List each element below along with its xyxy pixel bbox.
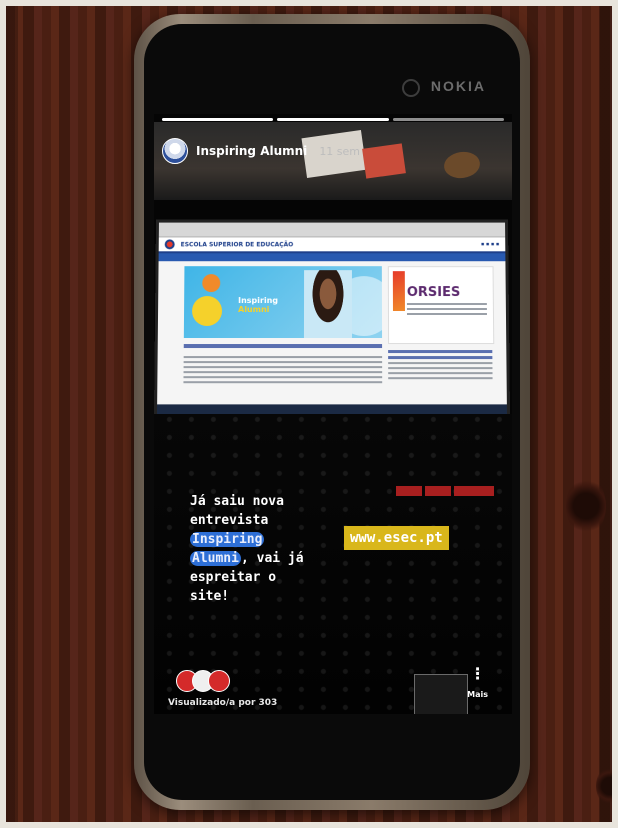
brand-logo-3 xyxy=(454,486,494,496)
hero-tag-line1: Inspiring xyxy=(238,296,279,306)
site-breadcrumb-strip xyxy=(158,253,506,262)
more-vertical-icon[interactable]: ⋮ xyxy=(470,666,486,682)
brand-logos xyxy=(396,486,494,496)
viewer-avatars[interactable] xyxy=(176,670,230,692)
ad-accent xyxy=(392,271,405,312)
side-advert: ORSIES xyxy=(387,266,495,345)
caption-highlight: Alumni xyxy=(190,551,241,566)
side-article-lines xyxy=(388,350,493,382)
desk-paper xyxy=(362,143,406,179)
post-time: 11 sem xyxy=(319,144,361,158)
account-avatar[interactable] xyxy=(162,138,188,164)
ad-title: ORSIES xyxy=(406,285,461,301)
story-caption: Já saiu nova entrevista Inspiring Alumni… xyxy=(190,492,332,606)
account-name[interactable]: Inspiring Alumni xyxy=(196,144,307,158)
desk-cup xyxy=(442,149,482,181)
hero-decor xyxy=(202,274,221,293)
view-count[interactable]: Visualizado/a por 303 xyxy=(168,698,277,708)
progress-segment xyxy=(277,118,389,121)
story-screen[interactable]: Inspiring Alumni 11 sem ESCOLA SUPERIOR … xyxy=(154,114,512,714)
hero-tag-line2: Alumni xyxy=(238,305,270,315)
photo-background: NOKIA Inspiring Alumni 11 sem ESCOLA SUP… xyxy=(6,6,612,822)
caption-line: site! xyxy=(190,589,230,604)
ad-text-lines xyxy=(406,303,487,318)
hero-tag: Inspiring Alumni xyxy=(238,296,278,314)
windows-taskbar xyxy=(157,404,507,415)
caption-line: espreitar o xyxy=(190,570,277,585)
progress-segment xyxy=(162,118,274,121)
site-logo-icon xyxy=(164,239,175,250)
brand-logo-1 xyxy=(396,486,422,496)
caption-line: entrevista xyxy=(190,513,269,528)
browser-tabs xyxy=(158,222,506,238)
website-screenshot: ESCOLA SUPERIOR DE EDUCAÇÃO ▪ ▪ ▪ ▪ Insp… xyxy=(157,222,507,415)
more-button[interactable]: ⋮ Mais xyxy=(467,666,488,700)
site-menu: ▪ ▪ ▪ ▪ xyxy=(481,241,500,248)
phone-front: NOKIA Inspiring Alumni 11 sem ESCOLA SUP… xyxy=(144,24,520,800)
hero-decor xyxy=(191,296,223,326)
brand-logo-2 xyxy=(425,486,451,496)
article-title-line xyxy=(183,344,383,349)
progress-segment xyxy=(392,118,504,121)
wood-knot xyxy=(596,766,612,806)
phone-body: NOKIA Inspiring Alumni 11 sem ESCOLA SUP… xyxy=(134,14,530,810)
site-title: ESCOLA SUPERIOR DE EDUCAÇÃO xyxy=(180,240,294,248)
viewer-avatar[interactable] xyxy=(208,670,230,692)
front-camera xyxy=(402,79,420,97)
article-text-lines xyxy=(183,356,383,386)
hero-banner: Inspiring Alumni xyxy=(183,266,383,339)
caption-line: Já saiu nova xyxy=(190,494,284,509)
mouse-pad xyxy=(414,674,468,714)
story-progress-bar xyxy=(162,118,504,121)
url-sticker[interactable]: www.esec.pt xyxy=(344,526,449,550)
phone-brand: NOKIA xyxy=(430,78,486,94)
more-label: Mais xyxy=(467,690,488,699)
caption-highlight: Inspiring xyxy=(190,532,265,547)
caption-line: , vai já xyxy=(240,551,304,566)
hero-person-photo xyxy=(303,270,353,339)
site-header: ESCOLA SUPERIOR DE EDUCAÇÃO ▪ ▪ ▪ ▪ xyxy=(158,237,506,254)
story-header[interactable]: Inspiring Alumni 11 sem xyxy=(162,138,360,164)
wood-knot xyxy=(566,476,606,536)
